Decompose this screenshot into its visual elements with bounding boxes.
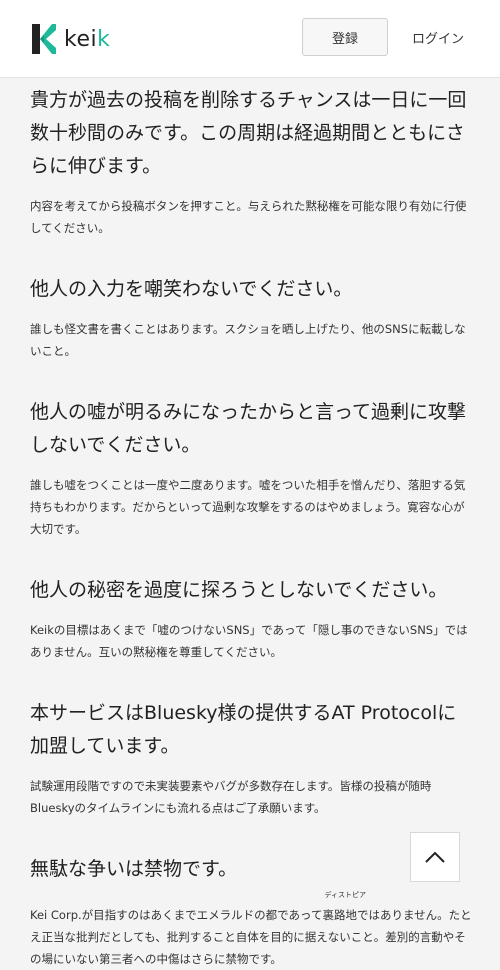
rule-body: Kei Corp.が目指すのはあくまでエメラルドの都であって ディストピア 裏路地で… [30, 891, 475, 970]
rule-section: 無駄な争いは禁物です。 Kei Corp.が目指すのはあくまでエメラルドの都であ… [30, 853, 475, 970]
login-button[interactable]: ログイン [398, 18, 478, 56]
rule-title: 他人の秘密を過度に探ろうとしないでください。 [30, 579, 448, 601]
scroll-to-top-button[interactable] [410, 832, 460, 882]
logo-text: keik [64, 27, 110, 52]
rule-title: 他人の入力を嘲笑わないでください。 [30, 278, 353, 300]
register-button[interactable]: 登録 [302, 18, 388, 56]
rule-body: 試験運用段階ですので未実装要素やバグが多数存在します。皆様の投稿が随時Blues… [30, 779, 432, 815]
keik-logo[interactable]: keik [30, 22, 110, 56]
rule-body: 内容を考えてから投稿ボタンを押すこと。与えられた黙秘権を可能な限り有効に行使して… [30, 199, 467, 235]
rule-body: Keikの目標はあくまで「嘘のつけないSNS」であって「隠し事のできないSNS」… [30, 623, 468, 659]
rule-body: 誰しも嘘をつくことは一度や二度あります。嘘をついた相手を憎んだり、落胆する気持ち… [30, 478, 466, 536]
rule-section: 他人の入力を嘲笑わないでください。 誰しも怪文書を書くことはあります。スクショを… [30, 273, 475, 362]
rule-section: 他人の嘘が明るみになったからと言って過剰に攻撃しないでください。 誰しも嘘をつく… [30, 396, 475, 540]
rule-body: 誰しも怪文書を書くことはあります。スクショを晒し上げたり、他のSNSに転載しない… [30, 322, 466, 358]
logo-text-accent: k [97, 26, 111, 52]
ruby-annotation: ディストピア 裏路地 [322, 891, 366, 926]
ruby-base: 裏路地 [322, 908, 357, 922]
keik-logo-icon [32, 24, 56, 54]
rule-title: 他人の嘘が明るみになったからと言って過剰に攻撃しないでください。 [30, 401, 467, 456]
rules-content: 貴方が過去の投稿を削除するチャンスは一日に一回数十秒間のみです。この周期は経過期… [30, 84, 475, 970]
rule-title: 貴方が過去の投稿を削除するチャンスは一日に一回数十秒間のみです。この周期は経過期… [30, 89, 467, 177]
ruby-text: ディストピア [324, 891, 366, 899]
logo-text-main: kei [64, 26, 98, 52]
site-header: keik 登録 ログイン [0, 0, 500, 78]
chevron-up-icon [425, 851, 445, 863]
rule-section: 貴方が過去の投稿を削除するチャンスは一日に一回数十秒間のみです。この周期は経過期… [30, 84, 475, 239]
rule-title: 無駄な争いは禁物です。 [30, 858, 238, 880]
rule-section: 他人の秘密を過度に探ろうとしないでください。 Keikの目標はあくまで「嘘のつけ… [30, 574, 475, 663]
rule-title: 本サービスはBluesky様の提供するAT Protocolに加盟しています。 [30, 702, 457, 757]
rule-body-before: Kei Corp.が目指すのはあくまでエメラルドの都であって [30, 908, 323, 922]
rule-section: 本サービスはBluesky様の提供するAT Protocolに加盟しています。 … [30, 697, 475, 819]
